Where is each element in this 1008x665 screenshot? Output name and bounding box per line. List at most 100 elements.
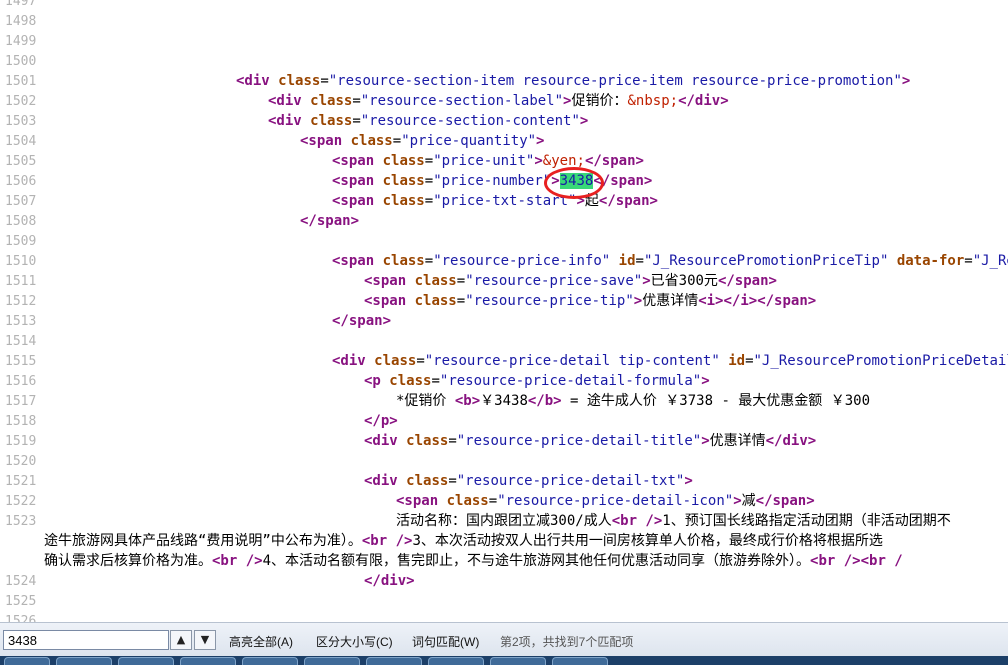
line-code: </div>: [364, 573, 415, 589]
taskbar-button[interactable]: [118, 657, 174, 665]
source-line: 1497: [0, 0, 1008, 11]
source-line: 1526: [0, 611, 1008, 622]
line-number: 1500: [5, 54, 37, 69]
line-code: <span class="price-number">3438</span>: [332, 173, 653, 189]
line-number: 1498: [5, 14, 37, 29]
source-line: 1512 <span class="resource-price-tip">优惠详…: [0, 291, 1008, 311]
source-line: 1511 <span class="resource-price-save">已省…: [0, 271, 1008, 291]
taskbar-button[interactable]: [490, 657, 546, 665]
line-code: <span class="price-unit">&yen;</span>: [332, 153, 644, 169]
line-code: <span class="resource-price-detail-icon"…: [396, 493, 815, 509]
highlight-all-button[interactable]: 高亮全部(A): [229, 633, 293, 650]
line-number: 1497: [5, 0, 37, 9]
line-number: 1525: [5, 594, 37, 609]
line-number: 1523: [5, 514, 37, 529]
line-number: 1499: [5, 34, 37, 49]
chevron-down-icon: ▼: [200, 633, 210, 646]
source-line: 1509: [0, 231, 1008, 251]
line-number: 1519: [5, 434, 37, 449]
find-status: 第2项，共找到7个匹配项: [500, 635, 634, 649]
source-line: 1505 <span class="price-unit">&yen;</span…: [0, 151, 1008, 171]
line-code: *促销价 <b>￥3438</b> = 途牛成人价 ￥3738 - 最大优惠金额…: [396, 393, 871, 409]
line-number: 1502: [5, 94, 37, 109]
line-number: 1521: [5, 474, 37, 489]
line-number: 1524: [5, 574, 37, 589]
line-number: 1522: [5, 494, 37, 509]
line-code: <span class="resource-price-info" id="J_…: [332, 253, 1008, 269]
find-input[interactable]: [3, 630, 169, 650]
line-code: </p>: [364, 413, 398, 429]
line-number: 1510: [5, 254, 37, 269]
find-next-button[interactable]: ▼: [194, 630, 216, 650]
line-code: <span class="resource-price-save">已省300元…: [364, 273, 777, 289]
source-line: 1506 <span class="price-number">3438</spa…: [0, 171, 1008, 191]
chevron-up-icon: ▲: [176, 633, 186, 646]
taskbar-button[interactable]: [4, 657, 50, 665]
line-number: 1512: [5, 294, 37, 309]
source-line: 1514: [0, 331, 1008, 351]
line-code: <div class="resource-price-detail-txt">: [364, 473, 693, 489]
taskbar-button[interactable]: [56, 657, 112, 665]
source-view: 1497 1498 1499 1500 1501 <div class="resource…: [0, 0, 1008, 622]
source-line: 1519 <div class="resource-price-detail-ti…: [0, 431, 1008, 451]
line-code: <div class="resource-section-item resour…: [236, 73, 911, 89]
line-number: 1505: [5, 154, 37, 169]
source-line: 1520: [0, 451, 1008, 471]
taskbar-button[interactable]: [428, 657, 484, 665]
source-line: 1504 <span class="price-quantity">: [0, 131, 1008, 151]
source-line: 1507 <span class="price-txt-start">起</spa…: [0, 191, 1008, 211]
line-code: <div class="resource-section-label">促销价：…: [268, 93, 729, 109]
red-circle-annotation: [544, 167, 604, 199]
line-code: 活动名称：国内跟团立减300/成人<br />1、预订国长线路指定活动团期（非活…: [396, 513, 951, 529]
taskbar-button[interactable]: [552, 657, 608, 665]
source-line: 1517 *促销价 <b>￥3438</b> = 途牛成人价 ￥3738 - 最大…: [0, 391, 1008, 411]
taskbar-button[interactable]: [180, 657, 236, 665]
line-code: <span class="price-quantity">: [300, 133, 545, 149]
line-number: 1518: [5, 414, 37, 429]
source-line: 1515 <div class="resource-price-detail ti…: [0, 351, 1008, 371]
source-line: 1502 <div class="resource-section-label">…: [0, 91, 1008, 111]
line-code: <div class="resource-price-detail-title"…: [364, 433, 817, 449]
find-previous-button[interactable]: ▲: [170, 630, 192, 650]
line-code: </span>: [300, 213, 360, 229]
source-line: 1513 </span>: [0, 311, 1008, 331]
source-line: 1508 </span>: [0, 211, 1008, 231]
source-line: 1516 <p class="resource-price-detail-form…: [0, 371, 1008, 391]
line-number: 1516: [5, 374, 37, 389]
line-code: </span>: [332, 313, 392, 329]
line-code: <p class="resource-price-detail-formula"…: [364, 373, 710, 389]
line-number: 1513: [5, 314, 37, 329]
line-number: 1507: [5, 194, 37, 209]
taskbar: [0, 656, 1008, 665]
source-line: 1524 </div>: [0, 571, 1008, 591]
wrapped-line: 途牛旅游网具体产品线路“费用说明”中公布为准）。<br />3、本次活动按双人出…: [44, 533, 883, 549]
source-line: 1503 <div class="resource-section-content…: [0, 111, 1008, 131]
line-number: 1501: [5, 74, 37, 89]
match-case-checkbox[interactable]: 区分大小写(C): [316, 633, 393, 650]
find-bar: ▲ ▼ 高亮全部(A) 区分大小写(C) 词句匹配(W) 第2项，共找到7个匹配…: [0, 622, 1008, 657]
source-line: 1498: [0, 11, 1008, 31]
line-code: <div class="resource-section-content">: [268, 113, 589, 129]
source-line: 1523 活动名称：国内跟团立减300/成人<br />1、预订国长线路指定活动团…: [0, 511, 1008, 531]
source-line: 1510 <span class="resource-price-info" id…: [0, 251, 1008, 271]
line-number: 1509: [5, 234, 37, 249]
line-number: 1526: [5, 614, 37, 622]
line-number: 1514: [5, 334, 37, 349]
source-line: 1500: [0, 51, 1008, 71]
whole-word-checkbox[interactable]: 词句匹配(W): [412, 633, 479, 650]
line-number: 1515: [5, 354, 37, 369]
line-code: <span class="price-txt-start">起</span>: [332, 193, 658, 209]
taskbar-button[interactable]: [242, 657, 298, 665]
source-line: 1501 <div class="resource-section-item re…: [0, 71, 1008, 91]
line-number: 1511: [5, 274, 37, 289]
taskbar-button[interactable]: [304, 657, 360, 665]
line-code: <span class="resource-price-tip">优惠详情<i>…: [364, 293, 817, 309]
source-line: 1518 </p>: [0, 411, 1008, 431]
line-number: 1506: [5, 174, 37, 189]
source-line: 1521 <div class="resource-price-detail-tx…: [0, 471, 1008, 491]
source-line: 1525: [0, 591, 1008, 611]
line-number: 1517: [5, 394, 37, 409]
source-line: 1499: [0, 31, 1008, 51]
taskbar-button[interactable]: [366, 657, 422, 665]
line-number: 1503: [5, 114, 37, 129]
